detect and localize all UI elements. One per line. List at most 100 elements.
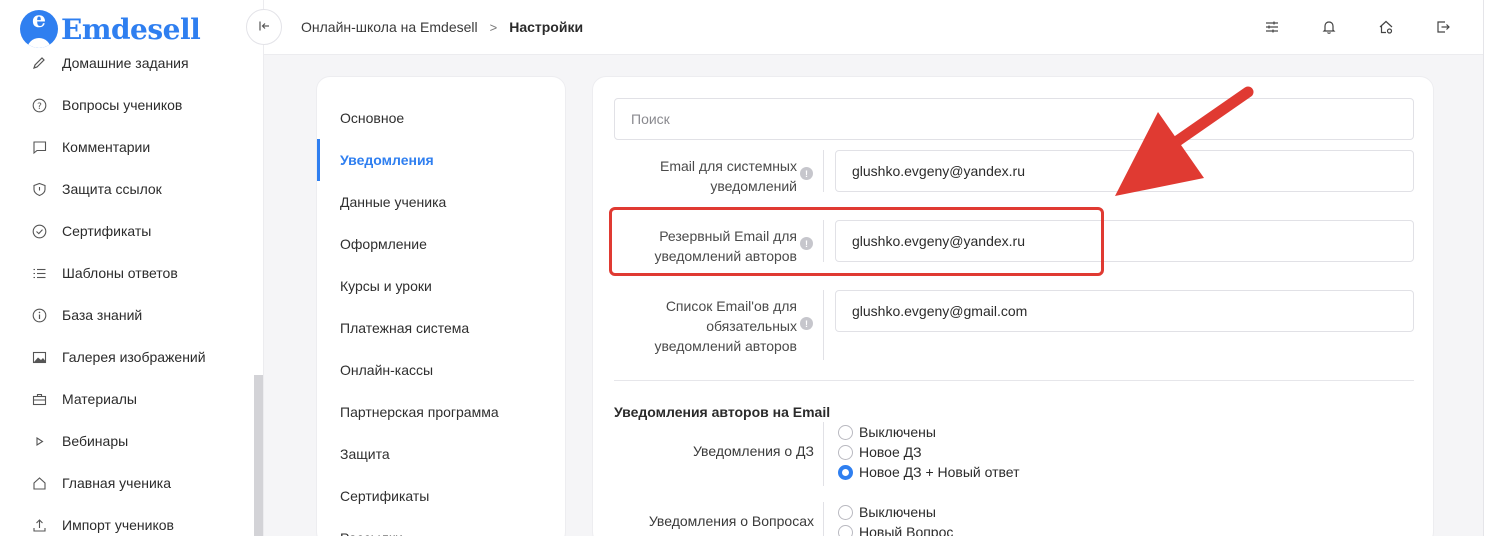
sidebar-scrollbar[interactable] xyxy=(254,375,263,536)
sidebar-item-comments[interactable]: Комментарии xyxy=(0,126,254,168)
sidebar-item-materials[interactable]: Материалы xyxy=(0,378,254,420)
page-title: Настройки xyxy=(509,19,584,35)
sidebar-item-knowledge-base[interactable]: База знаний xyxy=(0,294,254,336)
play-icon xyxy=(31,433,47,449)
settings-nav-courses[interactable]: Курсы и уроки xyxy=(317,265,565,307)
sidebar-item-label: Галерея изображений xyxy=(62,349,206,365)
shield-icon xyxy=(31,181,47,197)
radio-button[interactable] xyxy=(838,524,853,536)
top-bar-actions xyxy=(1262,17,1453,37)
sidebar-item-certificates[interactable]: Сертификаты xyxy=(0,210,254,252)
breadcrumb-school-link[interactable]: Онлайн-школа на Emdesell xyxy=(301,19,478,35)
radio-option[interactable]: Новое ДЗ xyxy=(838,442,1020,462)
section-title: Уведомления авторов на Email xyxy=(614,404,831,420)
info-icon[interactable]: ! xyxy=(800,317,813,330)
radio-button[interactable] xyxy=(838,424,853,440)
breadcrumb: Онлайн-школа на Emdesell > Настройки xyxy=(301,19,583,35)
radio-option-label: Новый Вопрос xyxy=(859,524,954,536)
sidebar: e Emdesell Домашние задания ? Вопросы уч… xyxy=(0,0,264,536)
radio-option[interactable]: Выключены xyxy=(838,502,953,522)
sidebar-item-label: Защита ссылок xyxy=(62,181,162,197)
sidebar-item-label: Сертификаты xyxy=(62,223,152,239)
svg-text:?: ? xyxy=(37,102,42,112)
radio-option-label: Выключены xyxy=(859,504,936,520)
label-line: уведомлений xyxy=(710,178,797,194)
sidebar-item-webinars[interactable]: Вебинары xyxy=(0,420,254,462)
question-circle-icon: ? xyxy=(31,97,47,113)
label-line: Список Email'ов для xyxy=(665,298,797,314)
breadcrumb-separator: > xyxy=(489,19,498,35)
home-settings-icon[interactable] xyxy=(1376,17,1396,37)
radio-button[interactable] xyxy=(838,504,853,520)
collapse-sidebar-button[interactable] xyxy=(246,9,282,45)
briefcase-icon xyxy=(31,391,47,407)
info-circle-icon xyxy=(31,307,47,323)
logo-text: Emdesell xyxy=(61,12,201,46)
settings-nav-design[interactable]: Оформление xyxy=(317,223,565,265)
radio-option[interactable]: Новый Вопрос xyxy=(838,522,953,536)
radio-button-selected[interactable] xyxy=(838,464,853,480)
sidebar-item-label: Материалы xyxy=(62,391,137,407)
questions-notifications-label: Уведомления о Вопросах xyxy=(648,513,814,529)
required-emails-label: Список Email'ов для обязательных уведомл… xyxy=(614,296,797,356)
settings-nav: Основное Уведомления Данные ученика Офор… xyxy=(316,76,566,536)
settings-nav-payment[interactable]: Платежная система xyxy=(317,307,565,349)
system-email-label: Email для системных уведомлений xyxy=(614,156,797,196)
sliders-icon[interactable] xyxy=(1262,17,1282,37)
notifications-settings-panel: Email для системных уведомлений ! Резерв… xyxy=(592,76,1434,536)
sidebar-item-label: Комментарии xyxy=(62,139,151,155)
settings-nav-notifications[interactable]: Уведомления xyxy=(317,139,565,181)
radio-option-label: Новое ДЗ + Новый ответ xyxy=(859,464,1020,480)
annotation-highlight-box xyxy=(609,207,1104,276)
home-icon xyxy=(31,475,47,491)
search-input[interactable] xyxy=(614,98,1414,140)
settings-nav-protection[interactable]: Защита xyxy=(317,433,565,475)
field-divider xyxy=(823,422,824,486)
sidebar-item-student-home[interactable]: Главная ученика xyxy=(0,462,254,504)
check-circle-icon xyxy=(31,223,47,239)
sidebar-item-homework[interactable]: Домашние задания xyxy=(0,42,254,84)
questions-notifications-radio-group: Выключены Новый Вопрос xyxy=(838,502,953,536)
field-divider xyxy=(823,502,824,536)
required-emails-row: Список Email'ов для обязательных уведомл… xyxy=(614,290,1414,360)
radio-option[interactable]: Новое ДЗ + Новый ответ xyxy=(838,462,1020,482)
label-line: Email для системных xyxy=(660,158,797,174)
sidebar-item-label: База знаний xyxy=(62,307,143,323)
settings-nav-basic[interactable]: Основное xyxy=(317,97,565,139)
bell-icon[interactable] xyxy=(1319,17,1339,37)
top-bar: Онлайн-школа на Emdesell > Настройки xyxy=(246,0,1483,55)
radio-button[interactable] xyxy=(838,444,853,460)
sidebar-menu: Домашние задания ? Вопросы учеников Комм… xyxy=(0,42,254,536)
pencil-icon xyxy=(31,55,47,71)
settings-nav-online-cash[interactable]: Онлайн-кассы xyxy=(317,349,565,391)
field-divider xyxy=(823,290,824,360)
sidebar-item-label: Главная ученика xyxy=(62,475,172,491)
homework-notifications-radio-group: Выключены Новое ДЗ Новое ДЗ + Новый отве… xyxy=(838,422,1020,482)
window-edge xyxy=(1483,0,1489,536)
image-icon xyxy=(31,349,47,365)
collapse-left-icon xyxy=(258,20,270,35)
sidebar-item-import-students[interactable]: Импорт учеников xyxy=(0,504,254,536)
radio-option-label: Новое ДЗ xyxy=(859,444,922,460)
settings-nav-certificates[interactable]: Сертификаты xyxy=(317,475,565,517)
settings-nav-mailings[interactable]: Рассылки xyxy=(317,517,565,536)
annotation-arrow-icon xyxy=(1115,86,1254,196)
sidebar-item-label: Вебинары xyxy=(62,433,129,449)
list-icon xyxy=(31,265,47,281)
required-emails-field[interactable] xyxy=(835,290,1414,332)
label-line: обязательных xyxy=(706,318,797,334)
sidebar-item-label: Импорт учеников xyxy=(62,517,174,533)
sidebar-item-link-protection[interactable]: Защита ссылок xyxy=(0,168,254,210)
sidebar-item-questions[interactable]: ? Вопросы учеников xyxy=(0,84,254,126)
radio-option[interactable]: Выключены xyxy=(838,422,1020,442)
logout-icon[interactable] xyxy=(1433,17,1453,37)
sidebar-item-templates[interactable]: Шаблоны ответов xyxy=(0,252,254,294)
settings-nav-student-data[interactable]: Данные ученика xyxy=(317,181,565,223)
sidebar-item-label: Шаблоны ответов xyxy=(62,265,178,281)
logo-letter: e xyxy=(32,10,46,33)
sidebar-item-gallery[interactable]: Галерея изображений xyxy=(0,336,254,378)
settings-nav-affiliate[interactable]: Партнерская программа xyxy=(317,391,565,433)
system-email-row: Email для системных уведомлений ! xyxy=(614,150,1414,210)
homework-notifications-label: Уведомления о ДЗ xyxy=(692,443,814,459)
info-icon[interactable]: ! xyxy=(800,167,813,180)
